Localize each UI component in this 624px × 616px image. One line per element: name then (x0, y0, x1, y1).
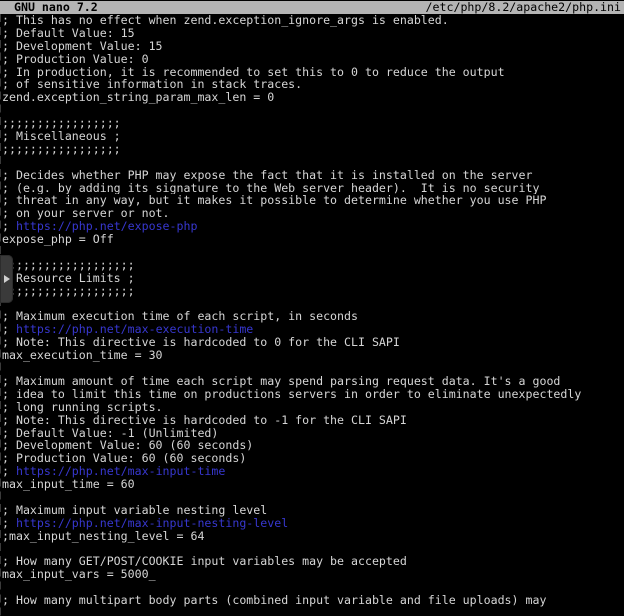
editor-line: ; Decides whether PHP may expose the fac… (0, 169, 624, 182)
editor-line: ; of sensitive information in stack trac… (0, 78, 624, 91)
editor-line: ; https://php.net/expose-php (0, 220, 624, 233)
editor-line: ; (e.g. by adding its signature to the W… (0, 182, 624, 195)
editor-line: ; Maximum execution time of each script,… (0, 310, 624, 323)
expand-right-triangle-icon (4, 275, 10, 283)
editor-line: ; Default Value: -1 (Unlimited) (0, 427, 624, 440)
editor-line: ; In production, it is recommended to se… (0, 66, 624, 79)
editor-line: ; How many GET/POST/COOKIE input variabl… (0, 555, 624, 568)
editor-line: ; Miscellaneous ; (0, 130, 624, 143)
sidebar-toggle-tab[interactable] (0, 255, 13, 303)
editor-line: max_execution_time = 30 (0, 349, 624, 362)
editor-line (0, 246, 624, 259)
editor-line: ; This has no effect when zend.exception… (0, 14, 624, 27)
editor-line: ; Development Value: 15 (0, 40, 624, 53)
editor-line: ;;;;;;;;;;;;;;;;; (0, 143, 624, 156)
editor-line: ; https://php.net/max-input-time (0, 465, 624, 478)
editor-line: ;;;;;;;;;;;;;;;;;;; (0, 259, 624, 272)
editor-line: max_input_vars = 5000_ (0, 568, 624, 581)
php-doc-url: https://php.net/max-input-nesting-level (16, 517, 288, 530)
editor-line: ;;;;;;;;;;;;;;;;;;; (0, 285, 624, 298)
editor-line: ; Note: This directive is hardcoded to -… (0, 414, 624, 427)
editor-line: ; Resource Limits ; (0, 272, 624, 285)
file-path: /etc/php/8.2/apache2/php.ini (426, 1, 624, 14)
nano-titlebar: GNU nano 7.2 /etc/php/8.2/apache2/php.in… (0, 1, 624, 14)
editor-line: ; threat in any way, but it makes it pos… (0, 194, 624, 207)
editor-line: expose_php = Off (0, 233, 624, 246)
editor-line (0, 543, 624, 556)
editor-line: ; https://php.net/max-input-nesting-leve… (0, 517, 624, 530)
editor-line: ; Note: This directive is hardcoded to 0… (0, 336, 624, 349)
editor-line: ; Development Value: 60 (60 seconds) (0, 439, 624, 452)
editor-line (0, 156, 624, 169)
editor-line: ; idea to limit this time on productions… (0, 388, 624, 401)
text-cursor: _ (149, 568, 156, 581)
editor-line: ; https://php.net/max-execution-time (0, 323, 624, 336)
editor-text-area[interactable]: ; This has no effect when zend.exception… (0, 14, 624, 616)
php-doc-url: https://php.net/max-input-time (16, 465, 225, 478)
editor-line: ;;;;;;;;;;;;;;;;; (0, 117, 624, 130)
editor-line: ; How many multipart body parts (combine… (0, 594, 624, 607)
editor-line: ;max_input_nesting_level = 64 (0, 530, 624, 543)
editor-line: ; long running scripts. (0, 401, 624, 414)
php-doc-url: https://php.net/max-execution-time (16, 323, 253, 336)
nano-terminal-window: GNU nano 7.2 /etc/php/8.2/apache2/php.in… (0, 0, 624, 616)
editor-line (0, 581, 624, 594)
editor-line: ; Maximum input variable nesting level (0, 504, 624, 517)
editor-line: ; Maximum amount of time each script may… (0, 375, 624, 388)
editor-line: zend.exception_string_param_max_len = 0 (0, 91, 624, 104)
editor-line: ; Default Value: 15 (0, 27, 624, 40)
editor-line: max_input_time = 60 (0, 478, 624, 491)
editor-line: ; Production Value: 60 (60 seconds) (0, 452, 624, 465)
editor-line (0, 104, 624, 117)
app-title: GNU nano 7.2 (0, 1, 98, 14)
editor-line (0, 491, 624, 504)
editor-line: ; Production Value: 0 (0, 53, 624, 66)
editor-line (0, 298, 624, 311)
editor-line: ; on your server or not. (0, 207, 624, 220)
php-doc-url: https://php.net/expose-php (16, 220, 197, 233)
editor-line (0, 362, 624, 375)
